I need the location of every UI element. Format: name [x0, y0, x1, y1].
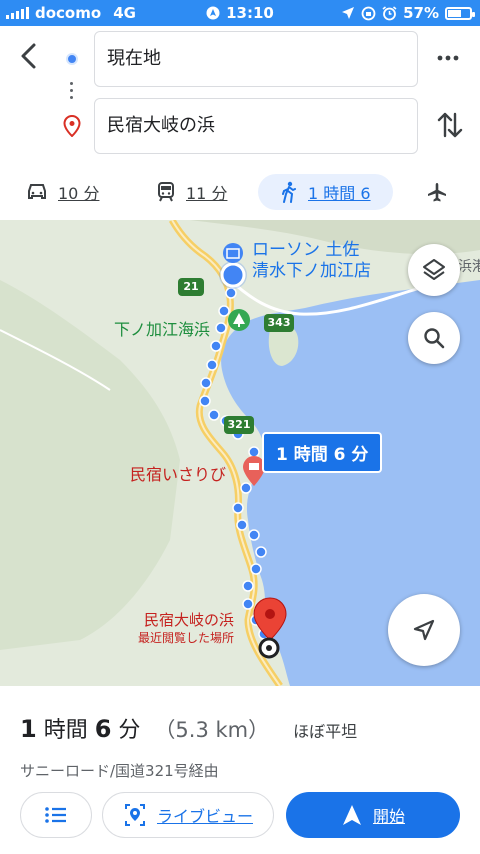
list-icon — [45, 807, 66, 823]
poi-lawson[interactable]: ローソン 土佐 清水下ノ加江店 — [252, 240, 371, 282]
search-icon — [424, 328, 445, 349]
route-summary: 1 時間 6 分 （5.3 km） ほぼ平坦 — [20, 712, 357, 744]
search-along-route-button[interactable] — [408, 312, 460, 364]
route-via: サニーロード/国道321号経由 — [20, 762, 219, 780]
origin-field[interactable]: 現在地 — [94, 31, 418, 87]
back-button[interactable] — [14, 40, 46, 72]
live-view-button[interactable]: ライブビュー — [102, 792, 274, 838]
train-icon — [158, 182, 174, 202]
travel-mode-tabs: 10 分 11 分 1 時間 6 — [0, 170, 480, 218]
start-button[interactable]: 開始 — [286, 792, 460, 838]
poi-lawson-line2: 清水下ノ加江店 — [252, 261, 371, 281]
poi-port[interactable]: 浜港 — [458, 256, 480, 276]
route-duration-badge[interactable]: 1 時間 6 分 — [262, 432, 383, 473]
live-view-label: ライブビュー — [156, 807, 253, 826]
route-summary-panel: 1 時間 6 分 （5.3 km） ほぼ平坦 サニーロード/国道321号経由 ラ… — [0, 686, 480, 854]
route-connector-icon — [70, 82, 74, 102]
swap-button[interactable] — [436, 110, 464, 144]
navigation-arrow-icon — [413, 619, 435, 641]
start-label: 開始 — [372, 807, 405, 826]
battery-percent: 57% — [403, 4, 439, 22]
steps-button[interactable] — [20, 792, 92, 838]
poi-destination-sub: 最近閲覧した場所 — [138, 631, 235, 645]
car-icon — [28, 184, 46, 199]
my-location-button[interactable] — [388, 594, 460, 666]
rotation-lock-icon — [361, 6, 376, 20]
tab-drive[interactable]: 10 分 — [26, 174, 99, 210]
destination-field[interactable]: 民宿大岐の浜 — [94, 98, 418, 154]
road-shield: 321 — [224, 416, 254, 434]
poi-lawson-line1: ローソン 土佐 — [252, 240, 360, 260]
tab-walk-label: 1 時間 6 — [308, 184, 371, 203]
road-shield: 343 — [264, 314, 294, 332]
map-view[interactable]: ローソン 土佐 清水下ノ加江店 浜港 下ノ加江海浜 民宿いさりび 民宿大岐の浜 … — [0, 220, 480, 686]
more-horizontal-icon — [437, 55, 459, 61]
chevron-left-icon — [21, 43, 36, 69]
poi-destination-name: 民宿大岐の浜 — [144, 611, 235, 629]
poi-beach[interactable]: 下ノ加江海浜 — [114, 316, 210, 340]
alarm-icon — [382, 5, 397, 20]
destination-pin-icon — [63, 114, 81, 141]
location-arrow-icon — [342, 7, 355, 19]
route-terrain: ほぼ平坦 — [293, 722, 358, 741]
tab-flight[interactable] — [426, 174, 448, 210]
layers-button[interactable] — [408, 244, 460, 296]
poi-destination[interactable]: 民宿大岐の浜 最近閲覧した場所 — [138, 611, 234, 647]
compass-icon — [206, 6, 220, 20]
plane-icon — [428, 183, 446, 202]
swap-vertical-icon — [437, 112, 463, 138]
poi-inn-isaribi[interactable]: 民宿いさりび — [130, 461, 226, 485]
route-distance: （5.3 km） — [154, 718, 270, 742]
tab-transit[interactable]: 11 分 — [156, 174, 227, 210]
tab-transit-label: 11 分 — [186, 184, 228, 203]
layers-icon — [423, 259, 445, 280]
navigation-start-icon — [342, 805, 361, 825]
origin-dot-icon — [66, 53, 78, 65]
clock-time: 13:10 — [226, 4, 274, 22]
walk-icon — [282, 181, 296, 203]
more-options-button[interactable] — [436, 50, 460, 70]
road-shield: 21 — [178, 278, 204, 296]
status-bar: docomo 4G 13:10 57% — [0, 0, 480, 26]
route-duration: 1 時間 6 分 — [20, 715, 141, 743]
tab-drive-label: 10 分 — [58, 184, 100, 203]
tab-walk[interactable]: 1 時間 6 — [258, 174, 393, 210]
battery-icon — [445, 6, 475, 20]
live-view-icon — [124, 804, 145, 826]
